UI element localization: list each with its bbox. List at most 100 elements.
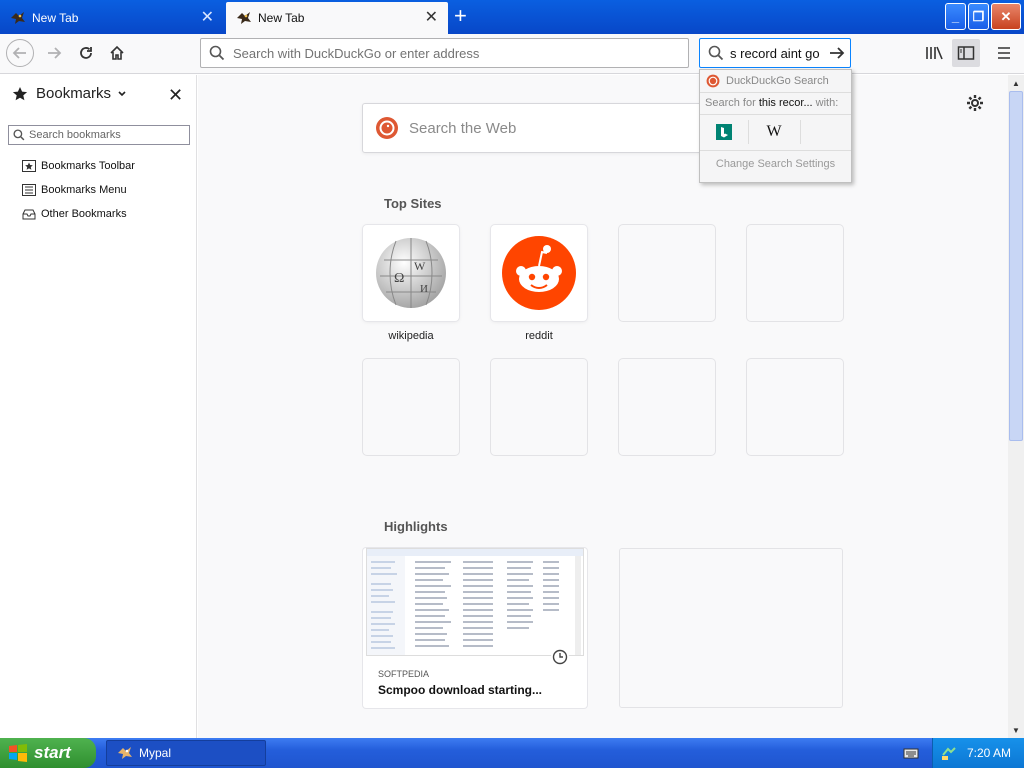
svg-text:Ω: Ω [394,271,404,286]
new-tab-plus-icon[interactable]: + [454,5,467,27]
close-window-button[interactable]: ✕ [991,3,1021,30]
bookmark-item-label: Other Bookmarks [41,208,127,220]
address-bar[interactable] [200,38,689,68]
top-site-wikipedia[interactable]: Ω W И [363,225,459,321]
search-input[interactable] [724,45,824,61]
bookmarks-search-input[interactable] [25,129,189,141]
top-site-empty[interactable] [363,359,459,455]
web-search-box[interactable] [362,103,702,153]
search-engine-bing-button[interactable] [706,120,742,144]
address-input[interactable] [225,45,688,61]
minimize-window-button[interactable]: _ [945,3,966,30]
sidebar-title: Bookmarks [36,85,112,102]
network-tray-icon[interactable] [941,745,957,761]
duckduckgo-icon [706,74,720,88]
sidebar-header[interactable]: Bookmarks [12,85,127,102]
bookmarks-search-box[interactable] [8,125,190,145]
back-button[interactable] [6,39,34,67]
tray-clock[interactable]: 7:20 AM [967,746,1011,760]
reddit-logo-icon [502,236,576,310]
scroll-up-arrow-icon[interactable]: ▲ [1008,75,1024,91]
bookmark-item-toolbar[interactable]: Bookmarks Toolbar [22,160,135,172]
mypal-favicon-icon [10,11,26,25]
change-search-settings-button[interactable]: Change Search Settings [700,158,851,170]
windows-logo-icon [9,744,27,762]
home-button[interactable] [103,39,131,67]
dropdown-engine-header: DuckDuckGo Search [706,74,829,88]
top-site-empty[interactable] [747,225,843,321]
keyboard-icon[interactable] [903,746,919,763]
divider [700,150,851,151]
sidebar-toggle-button[interactable] [952,39,980,67]
scrollbar-thumb[interactable] [1009,91,1023,441]
bing-icon [716,124,732,140]
bookmark-item-label: Bookmarks Menu [41,184,127,196]
web-search-input[interactable] [399,119,701,137]
windows-taskbar: start Mypal 7:20 AM [0,738,1024,768]
clock-icon [551,648,569,666]
bookmark-item-menu[interactable]: Bookmarks Menu [22,184,127,196]
forward-arrow-icon [48,47,62,59]
tab-title: New Tab [258,11,305,25]
search-icon [708,45,724,61]
top-site-empty[interactable] [491,359,587,455]
forward-button[interactable] [40,39,68,67]
close-tab-icon[interactable]: ✕ [425,10,438,26]
close-sidebar-icon[interactable]: ✕ [168,85,183,106]
arrow-right-icon [830,47,845,59]
taskbar-item-label: Mypal [139,746,172,760]
top-site-empty[interactable] [619,359,715,455]
search-for-query: this recor... [758,97,813,109]
divider [800,120,801,144]
highlights-title: Highlights [384,519,448,534]
mypal-favicon-icon [236,11,252,25]
taskbar-item-mypal[interactable]: Mypal [106,740,266,766]
search-for-row: Search for this recor... with: [705,97,838,109]
tab-new-tab-2-active[interactable]: New Tab ✕ [226,2,448,34]
duckduckgo-icon [376,117,398,139]
tab-new-tab-1[interactable]: New Tab ✕ [0,2,224,34]
bookmarks-menu-icon [22,184,36,196]
mypal-app-icon [118,747,132,759]
other-bookmarks-icon [22,209,36,220]
search-with-label: with: [815,97,839,109]
sidebar-icon [957,46,975,60]
system-tray: 7:20 AM [932,738,1024,768]
scroll-down-arrow-icon[interactable]: ▼ [1008,722,1024,738]
home-icon [110,45,124,60]
top-site-label: reddit [525,330,553,342]
chevron-down-icon [118,90,126,96]
svg-text:W: W [414,259,426,273]
library-icon [926,46,943,60]
reload-icon [80,47,92,59]
gear-icon[interactable] [966,94,984,115]
start-button[interactable]: start [0,738,96,768]
top-site-empty[interactable] [619,225,715,321]
bookmarks-sidebar: Bookmarks ✕ Bookmarks Toolbar Bookmarks … [0,75,197,738]
close-tab-icon[interactable]: ✕ [201,10,214,26]
wikipedia-w-icon: W [766,123,782,140]
search-dropdown: DuckDuckGo Search Search for this recor.… [699,69,852,183]
bookmark-item-other[interactable]: Other Bookmarks [22,208,127,220]
highlight-empty-slot [619,548,843,708]
vertical-scrollbar[interactable]: ▲ ▼ [1008,75,1024,738]
new-tab-page: Top Sites Ω W И wikipedia reddit Highlig… [198,75,1008,738]
top-site-reddit[interactable] [491,225,587,321]
back-arrow-icon [12,47,26,59]
wikipedia-logo-icon: Ω W И [376,238,446,308]
top-site-label: wikipedia [388,330,434,342]
search-engine-wikipedia-button[interactable]: W [756,120,792,144]
hamburger-menu-icon [998,47,1010,59]
dropdown-engine-name: DuckDuckGo Search [726,75,829,87]
menu-button[interactable] [990,39,1018,67]
search-bar[interactable] [699,38,851,68]
library-button[interactable] [920,39,948,67]
top-site-empty[interactable] [747,359,843,455]
search-go-button[interactable] [824,40,850,66]
restore-window-button[interactable]: ❐ [968,3,989,30]
reload-button[interactable] [72,39,100,67]
highlight-thumbnail [366,548,584,656]
start-label: start [34,743,71,762]
highlight-source: SOFTPEDIA [378,669,430,679]
highlight-card[interactable]: SOFTPEDIA Scmpoo download starting... [363,548,587,708]
